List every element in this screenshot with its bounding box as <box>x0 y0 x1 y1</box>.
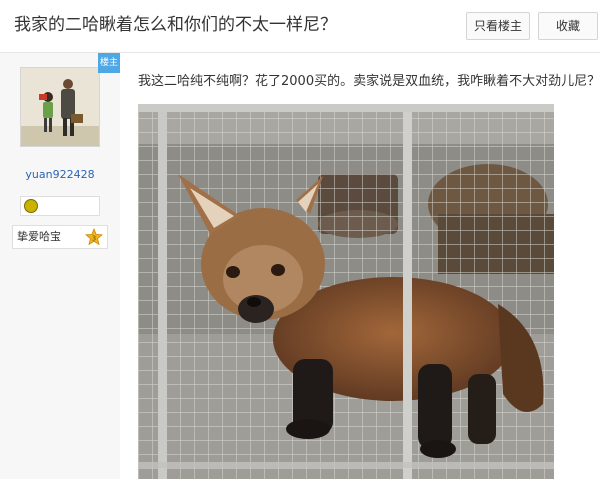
thread-title: 我家的二哈瞅着怎么和你们的不太一样尼？ <box>14 15 337 35</box>
only-host-button[interactable]: 只看楼主 <box>466 12 530 40</box>
author-sidebar: 楼主 yuan922428 挚爱哈宝 3 <box>0 53 120 479</box>
fox-in-cage-photo <box>138 104 554 479</box>
member-title-label: 挚爱哈宝 <box>17 230 61 243</box>
avatar-image <box>21 68 99 146</box>
star-level-icon: 3 <box>85 228 103 246</box>
favorite-button[interactable]: 收藏 <box>538 12 598 40</box>
post-text: 我这二哈纯不纯啊？花了2000买的。卖家说是双血统，我咋瞅着不大对劲儿尼？ <box>138 74 600 89</box>
username-link[interactable]: yuan922428 <box>0 168 120 181</box>
host-badge: 楼主 <box>98 53 120 73</box>
star-level-number: 3 <box>92 234 96 242</box>
avatar[interactable] <box>20 67 100 147</box>
thread-header: 我家的二哈瞅着怎么和你们的不太一样尼？ 只看楼主 收藏 <box>0 0 600 53</box>
post-image[interactable] <box>138 104 554 479</box>
member-title-badge: 挚爱哈宝 3 <box>12 225 108 249</box>
level-icon <box>24 199 38 213</box>
level-indicator <box>20 196 100 216</box>
